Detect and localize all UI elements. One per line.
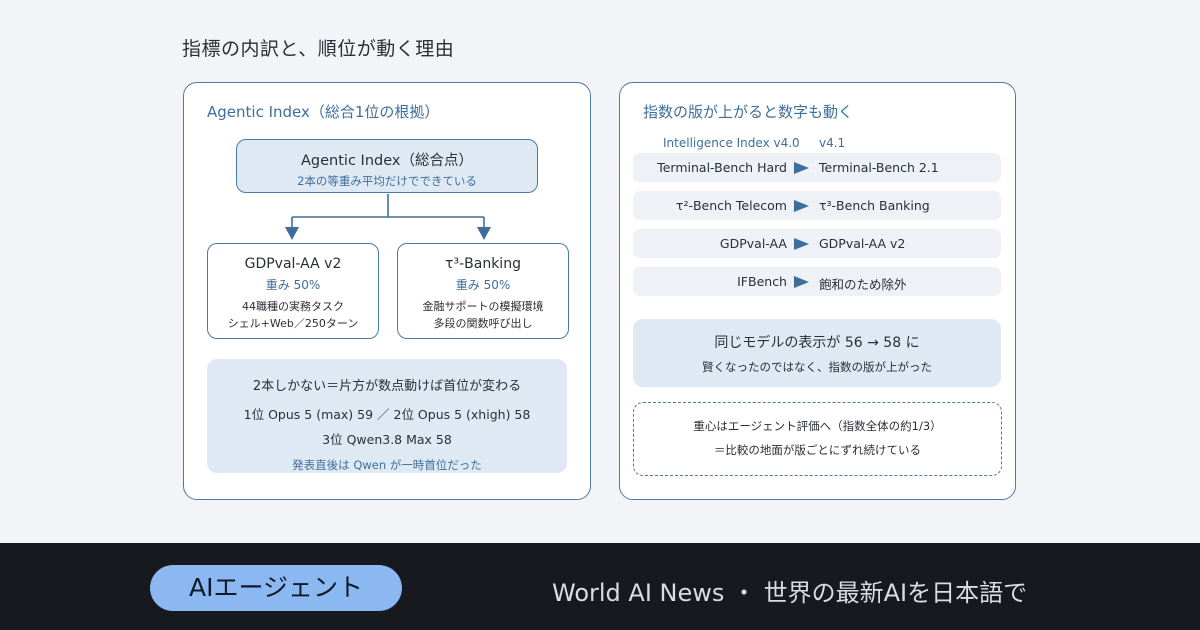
row-from: IFBench	[737, 274, 787, 289]
tau-banking-title: τ³-Banking	[445, 256, 521, 272]
gdpval-desc: 44職種の実務タスク シェル+Web／250ターン	[208, 298, 378, 332]
tau-banking-weight: 重み 50%	[455, 278, 511, 292]
row-to: 飽和のため除外	[819, 277, 907, 292]
summary-line1: 2本しかない＝片方が数点動けば首位が変わる	[252, 379, 522, 394]
gdpval-weight: 重み 50%	[265, 278, 321, 292]
dashed-note-line1: 重心はエージェント評価へ（指数全体の約1/3）	[693, 419, 942, 433]
category-badge[interactable]: AIエージェント	[150, 565, 402, 611]
right-arrow-icon	[794, 276, 809, 288]
column-head-v41: v4.1	[819, 136, 846, 150]
footer-bar: AIエージェント World AI News ・ 世界の最新AIを日本語で	[0, 543, 1200, 630]
row-to: GDPval-AA v2	[819, 236, 906, 251]
gdpval-title: GDPval-AA v2	[244, 256, 342, 272]
index-version-panel: 指数の版が上がると数字も動く Intelligence Index v4.0 v…	[619, 82, 1016, 500]
gdpval-desc-line1: 44職種の実務タスク	[242, 300, 344, 313]
row-from: GDPval-AA	[719, 236, 787, 251]
row-from: Terminal-Bench Hard	[657, 160, 787, 175]
agentic-index-total-box: Agentic Index（総合点） 2本の等重み平均だけでできている	[236, 139, 538, 193]
version-change-row: IFBench 飽和のため除外	[633, 267, 1001, 296]
row-to: Terminal-Bench 2.1	[819, 160, 939, 175]
summary-line2: 1位 Opus 5 (max) 59 ／ 2位 Opus 5 (xhigh) 5…	[243, 407, 531, 422]
version-change-row: Terminal-Bench Hard Terminal-Bench 2.1	[633, 153, 1001, 182]
right-arrow-icon	[794, 200, 809, 212]
tau-banking-desc-line1: 金融サポートの模擬環境	[422, 300, 544, 313]
score-change-note: 同じモデルの表示が 56 → 58 に 賢くなったのではなく、指数の版が上がった	[633, 319, 1001, 387]
summary-line3: 3位 Qwen3.8 Max 58	[322, 432, 452, 447]
tau-banking-desc: 金融サポートの模擬環境 多段の関数呼び出し	[398, 298, 568, 332]
column-head-v40: Intelligence Index v4.0	[663, 136, 800, 150]
ranking-summary-box: 2本しかない＝片方が数点動けば首位が変わる 1位 Opus 5 (max) 59…	[207, 359, 567, 473]
version-panel-heading: 指数の版が上がると数字も動く	[643, 103, 854, 121]
agent-eval-dashed-note: 重心はエージェント評価へ（指数全体の約1/3） ＝比較の地面が版ごとにずれ続けて…	[633, 402, 1002, 476]
gdpval-desc-line2: シェル+Web／250ターン	[227, 317, 359, 330]
site-tagline: World AI News ・ 世界の最新AIを日本語で	[552, 579, 1028, 607]
note-line1: 同じモデルの表示が 56 → 58 に	[714, 335, 920, 351]
version-change-row: GDPval-AA GDPval-AA v2	[633, 229, 1001, 258]
page-title: 指標の内訳と、順位が動く理由	[182, 38, 455, 60]
dashed-note-line2: ＝比較の地面が版ごとにずれ続けている	[713, 443, 922, 457]
version-change-row: τ²-Bench Telecom τ³-Bench Banking	[633, 191, 1001, 220]
row-from: τ²-Bench Telecom	[675, 198, 787, 213]
tau-banking-box: τ³-Banking 重み 50% 金融サポートの模擬環境 多段の関数呼び出し	[397, 243, 569, 339]
note-line2: 賢くなったのではなく、指数の版が上がった	[702, 360, 932, 374]
right-arrow-icon	[794, 162, 809, 174]
gdpval-box: GDPval-AA v2 重み 50% 44職種の実務タスク シェル+Web／2…	[207, 243, 379, 339]
row-to: τ³-Bench Banking	[819, 198, 930, 213]
agentic-index-panel: Agentic Index（総合1位の根拠） Agentic Index（総合点…	[183, 82, 591, 500]
total-box-subtitle: 2本の等重み平均だけでできている	[297, 174, 477, 188]
summary-line4: 発表直後は Qwen が一時首位だった	[292, 458, 482, 472]
tau-banking-desc-line2: 多段の関数呼び出し	[433, 317, 533, 330]
right-arrow-icon	[794, 238, 809, 250]
total-box-title: Agentic Index（総合点）	[301, 153, 473, 169]
